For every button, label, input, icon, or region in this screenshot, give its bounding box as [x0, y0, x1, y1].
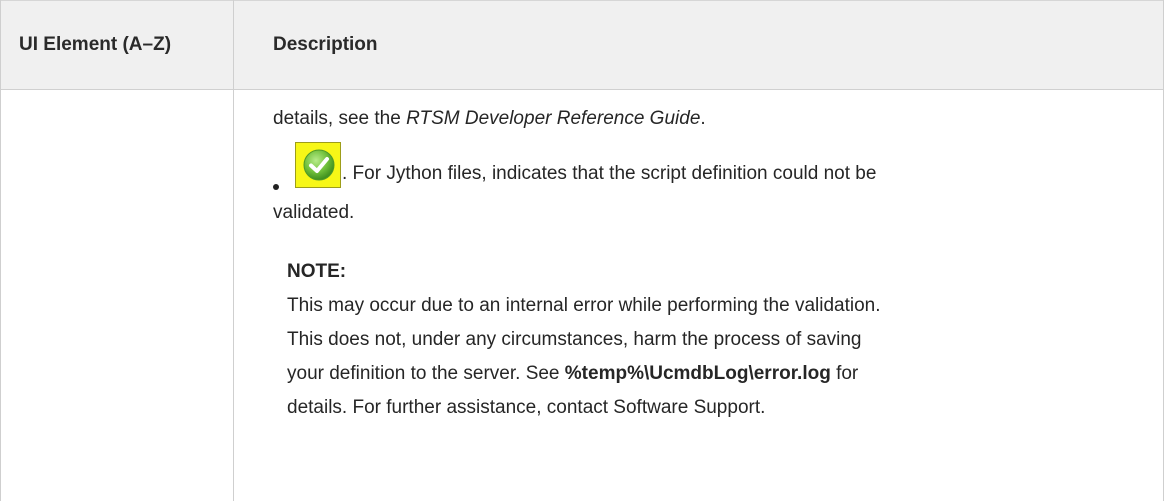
- note-line-3-suffix: for: [830, 363, 859, 384]
- table-header-row: UI Element (A–Z) Description: [0, 0, 1164, 90]
- validation-icon-box: [295, 142, 341, 188]
- bullet-dot: [273, 184, 279, 190]
- details-prefix: details, see the: [273, 108, 407, 129]
- note-line-3-prefix: your definition to the server. See: [287, 363, 565, 384]
- details-line: details, see the RTSM Developer Referenc…: [273, 102, 706, 136]
- note-block: NOTE: This may occur due to an internal …: [287, 255, 1137, 425]
- check-circle-icon: [303, 149, 335, 181]
- header-ui-element: UI Element (A–Z): [19, 34, 172, 55]
- details-suffix: .: [700, 108, 706, 129]
- bullet-text-line1: . For Jython files, indicates that the s…: [342, 163, 877, 184]
- note-line-3: your definition to the server. See %temp…: [287, 357, 1137, 391]
- table-border-left: [0, 0, 1, 501]
- bullet-text-line2: validated.: [273, 202, 355, 223]
- note-line-1: This may occur due to an internal error …: [287, 295, 881, 316]
- ui-element-table: UI Element (A–Z) Description details, se…: [0, 0, 1164, 501]
- header-description: Description: [273, 34, 378, 55]
- guide-reference: RTSM Developer Reference Guide: [406, 108, 701, 129]
- column-divider: [233, 0, 234, 501]
- note-line-2: This does not, under any circumstances, …: [287, 329, 862, 350]
- note-line-4: details. For further assistance, contact…: [287, 397, 766, 418]
- note-heading: NOTE:: [287, 261, 347, 282]
- error-log-path: %temp%\UcmdbLog\error.log: [564, 363, 831, 384]
